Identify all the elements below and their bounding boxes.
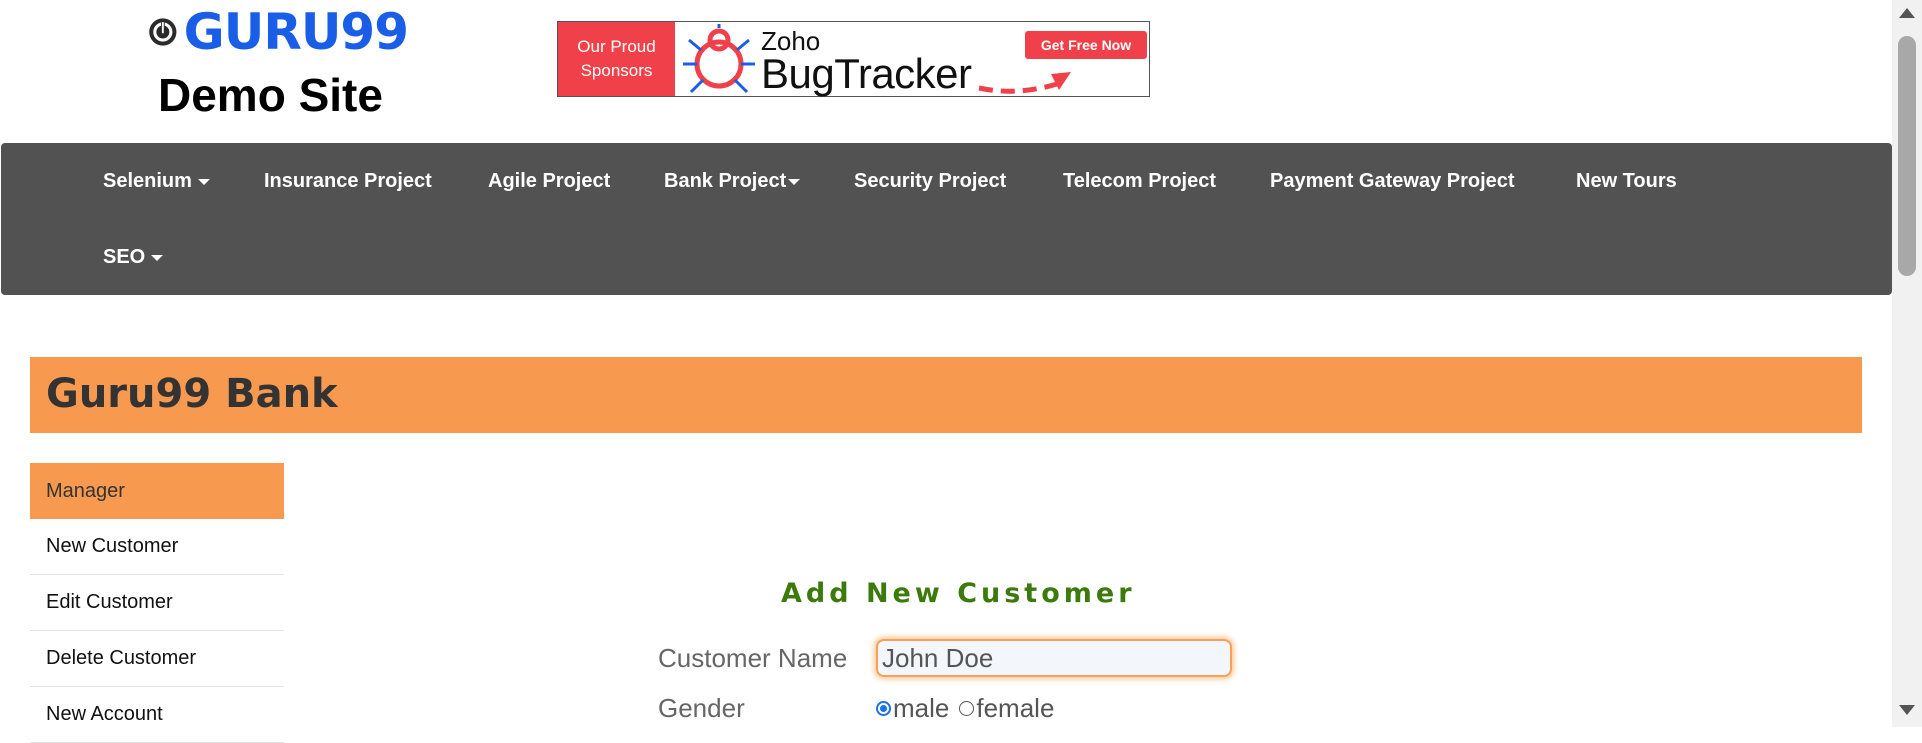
chevron-down-icon (197, 178, 210, 185)
gender-male-radio[interactable] (876, 701, 891, 716)
site-logo[interactable]: GURU99 (148, 3, 409, 61)
logo-text: GURU99 (183, 3, 409, 61)
bug-icon (683, 24, 755, 94)
scrollbar-thumb[interactable] (1898, 36, 1916, 276)
ad-cta-button[interactable]: Get Free Now (1025, 31, 1147, 59)
bank-header: Guru99 Bank (30, 357, 1862, 433)
gender-label: Gender (658, 693, 745, 723)
ad-content: Zoho BugTracker Get Free Now (675, 22, 1149, 97)
page-scrollbar[interactable] (1892, 0, 1922, 727)
gender-female-radio[interactable] (959, 701, 975, 716)
sidebar-item-edit-customer[interactable]: Edit Customer (30, 575, 284, 631)
sidebar-item-manager[interactable]: Manager (30, 463, 284, 519)
nav-item-security-project[interactable]: Security Project (854, 170, 1006, 193)
nav-item-insurance-project[interactable]: Insurance Project (264, 170, 432, 193)
sidebar-item-delete-customer[interactable]: Delete Customer (30, 631, 284, 687)
scroll-up-icon[interactable] (1899, 8, 1915, 18)
page: GURU99 Demo Site Our Proud Sponsors Zoho… (0, 0, 1892, 743)
nav-item-agile-project[interactable]: Agile Project (488, 170, 610, 193)
ad-sponsor-label: Our Proud Sponsors (558, 22, 675, 96)
sidebar-item-new-account[interactable]: New Account (30, 687, 284, 743)
sidebar-menu: Manager New Customer Edit Customer Delet… (30, 463, 284, 743)
gender-male-label[interactable]: male (893, 693, 949, 724)
nav-item-payment-gateway-project[interactable]: Payment Gateway Project (1270, 170, 1515, 193)
gender-options: male female (876, 693, 1054, 724)
form-title: Add New Customer (781, 578, 1136, 609)
gender-female-label[interactable]: female (976, 693, 1054, 724)
nav-item-label: SEO (103, 246, 146, 268)
chevron-down-icon (151, 254, 164, 261)
ad-sponsor-line2: Sponsors (580, 61, 653, 80)
sponsor-ad-banner[interactable]: Our Proud Sponsors Zoho BugTracker Get F… (557, 21, 1150, 97)
sidebar-item-new-customer[interactable]: New Customer (30, 519, 284, 575)
main-nav: Selenium Insurance Project Agile Project… (1, 143, 1892, 295)
ad-brand-large: BugTracker (761, 50, 972, 97)
guru99-logo-icon (149, 18, 177, 46)
nav-item-label: Selenium (103, 170, 192, 192)
nav-item-label: Bank Project (664, 170, 787, 192)
dashed-arrow-icon (978, 72, 1071, 94)
chevron-down-icon (788, 178, 801, 185)
scroll-down-icon[interactable] (1899, 705, 1915, 715)
page-title: Guru99 Bank (46, 371, 338, 417)
nav-item-seo[interactable]: SEO (103, 246, 164, 269)
ad-sponsor-line1: Our Proud (577, 37, 656, 56)
customer-name-label: Customer Name (658, 643, 848, 673)
customer-name-input[interactable] (876, 639, 1232, 677)
nav-item-new-tours[interactable]: New Tours (1576, 170, 1677, 193)
nav-item-telecom-project[interactable]: Telecom Project (1063, 170, 1216, 193)
nav-item-bank-project[interactable]: Bank Project (664, 170, 801, 193)
nav-item-selenium[interactable]: Selenium (103, 170, 210, 193)
site-subtitle: Demo Site (158, 69, 383, 121)
